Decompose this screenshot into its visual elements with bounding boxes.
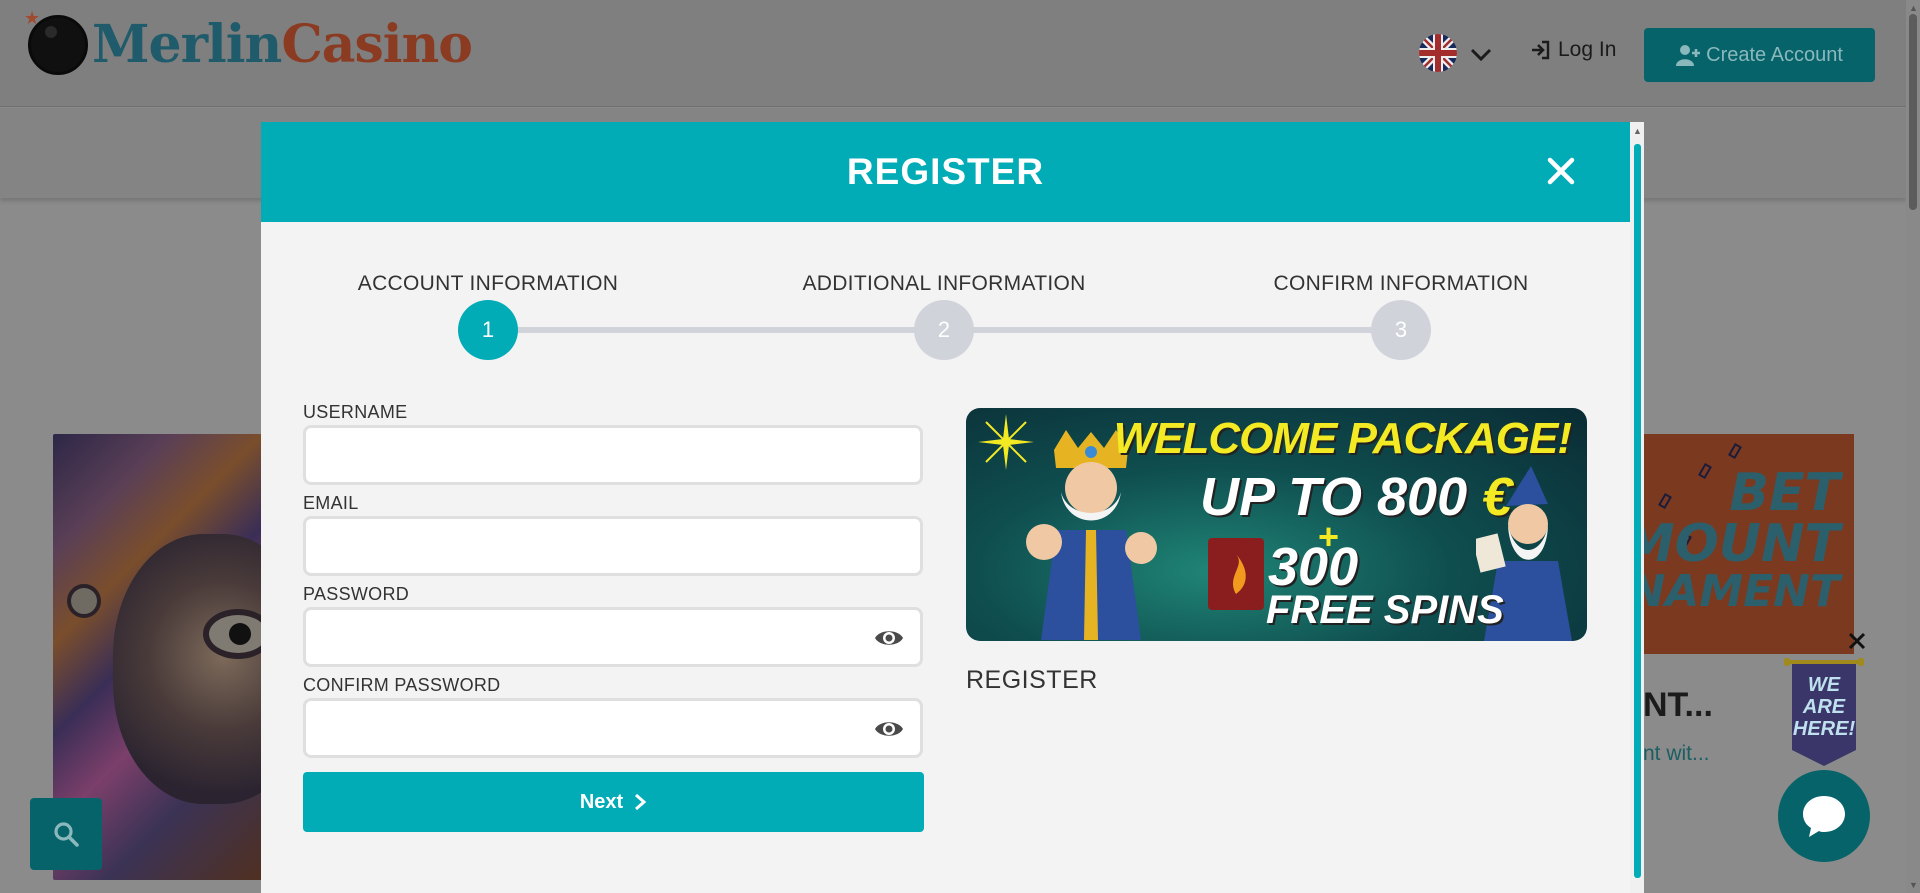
game-artwork-face [113, 534, 263, 804]
modal-title: REGISTER [846, 151, 1045, 192]
modal-scrollbar[interactable]: ▲ [1630, 122, 1644, 893]
create-account-button[interactable]: Create Account [1644, 28, 1875, 82]
confirm-password-input[interactable] [303, 698, 923, 758]
page-scrollbar-thumb[interactable] [1909, 14, 1917, 210]
modal-close-button[interactable] [1544, 154, 1578, 188]
next-label: Next [579, 790, 624, 813]
site-header: ★ MerlinCasino Log In Create Account [0, 0, 1906, 107]
step-label-confirm-information: CONFIRM INFORMATION [1273, 272, 1529, 295]
step-connector [488, 327, 944, 333]
step-2-indicator: 2 [914, 300, 974, 360]
modal-header: REGISTER [261, 122, 1630, 222]
tournament-card-image[interactable]: BET MOUNT RNAMENT [1641, 434, 1854, 654]
chat-bubble-icon [1803, 796, 1845, 837]
tournament-card-subtitle: nt wit... [1643, 742, 1710, 765]
step-1-indicator: 1 [458, 300, 518, 360]
confirm-password-label: CONFIRM PASSWORD [303, 675, 501, 695]
search-icon [54, 822, 79, 847]
tournament-card-text: BET MOUNT RNAMENT [1641, 463, 1840, 617]
step-label-account-information: ACCOUNT INFORMATION [357, 272, 619, 295]
email-input[interactable] [303, 516, 923, 576]
eye-icon [875, 722, 903, 736]
welcome-package-banner[interactable]: WELCOME PACKAGE! UP TO 800 € + 300 FREE … [966, 408, 1587, 641]
user-plus-icon [1676, 45, 1701, 66]
register-modal: REGISTER ▲ ACCOUNT INFORMATION ADDITIONA… [261, 122, 1644, 893]
merlin-casino-logo[interactable]: ★ MerlinCasino [24, 8, 473, 75]
page-scrollbar[interactable]: ▲ ▼ [1906, 0, 1920, 893]
register-label: REGISTER [966, 666, 1098, 694]
close-icon [1547, 157, 1575, 185]
eye-icon [875, 631, 903, 645]
password-visibility-toggle[interactable] [873, 626, 905, 650]
uk-flag-icon[interactable] [1419, 34, 1457, 72]
confirm-password-visibility-toggle[interactable] [873, 717, 905, 741]
tournament-card-title: NT... [1643, 686, 1713, 724]
email-label: EMAIL [303, 493, 359, 513]
live-chat-button[interactable] [1778, 770, 1870, 862]
chevron-down-icon[interactable] [1469, 42, 1493, 66]
password-input[interactable] [303, 607, 923, 667]
username-label: USERNAME [303, 402, 408, 422]
crystal-ball-icon [28, 14, 88, 75]
step-3-indicator: 3 [1371, 300, 1431, 360]
promo-free-spins: FREE SPINS [1266, 588, 1504, 632]
confetti-piece [1728, 442, 1742, 460]
we-are-here-text: WE ARE HERE! [1792, 674, 1856, 740]
login-label: Log In [1558, 38, 1617, 61]
game-artwork-eye-small [67, 584, 101, 618]
create-account-label: Create Account [1706, 43, 1843, 66]
logo-text: MerlinCasino [92, 14, 473, 75]
username-input[interactable] [303, 425, 923, 485]
step-label-additional-information: ADDITIONAL INFORMATION [802, 272, 1086, 295]
close-icon[interactable] [1846, 630, 1868, 652]
search-button[interactable] [30, 798, 102, 870]
scroll-down-arrow-icon[interactable]: ▼ [1909, 880, 1918, 890]
scroll-up-arrow-icon[interactable]: ▲ [1633, 126, 1642, 136]
next-button[interactable]: Next [303, 772, 924, 832]
scroll-up-arrow-icon[interactable]: ▲ [1909, 3, 1918, 13]
password-label: PASSWORD [303, 584, 410, 604]
chevron-right-icon [635, 793, 647, 811]
sign-in-icon [1532, 40, 1550, 60]
spell-book-icon [1208, 538, 1264, 610]
promo-headline: WELCOME PACKAGE! [1113, 414, 1572, 463]
modal-scrollbar-thumb[interactable] [1634, 144, 1641, 878]
login-link[interactable]: Log In [1530, 38, 1616, 62]
step-connector [944, 327, 1401, 333]
promo-amount: UP TO 800 € [1200, 467, 1513, 527]
